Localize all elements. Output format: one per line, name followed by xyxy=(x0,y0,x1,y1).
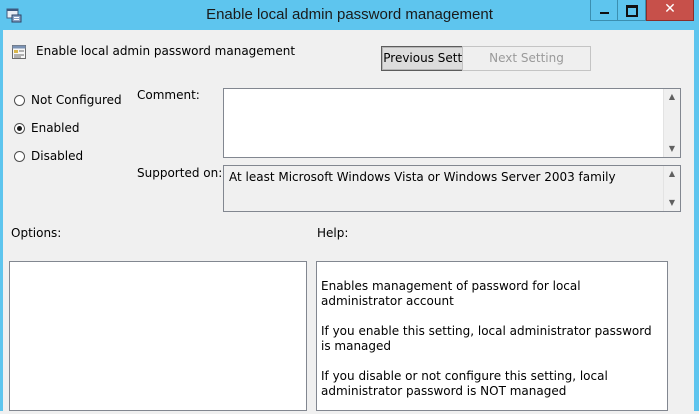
options-panel[interactable] xyxy=(9,261,307,411)
next-setting-button[interactable]: Next Setting xyxy=(462,46,591,71)
comment-label: Comment: xyxy=(137,88,200,102)
scroll-up-arrow-icon[interactable]: ▲ xyxy=(664,166,680,182)
minimize-button[interactable] xyxy=(590,0,618,21)
radio-circle[interactable] xyxy=(14,94,25,106)
comment-textbox[interactable]: ▲ ▼ xyxy=(223,88,681,158)
radio-label: Enabled xyxy=(31,121,80,135)
dialog-content: Enable local admin password management P… xyxy=(3,30,694,411)
close-icon: ✕ xyxy=(664,1,676,17)
help-label: Help: xyxy=(317,226,349,240)
policy-name: Enable local admin password management xyxy=(36,44,296,58)
supported-on-label: Supported on: xyxy=(137,166,223,180)
close-button[interactable]: ✕ xyxy=(646,0,694,21)
help-paragraph: If you enable this setting, local admini… xyxy=(321,324,652,353)
radio-enabled[interactable]: Enabled xyxy=(14,121,80,135)
options-label: Options: xyxy=(11,226,62,240)
title-bar[interactable]: Enable local admin password management ✕ xyxy=(0,0,699,30)
supported-on-textbox[interactable]: At least Microsoft Windows Vista or Wind… xyxy=(223,165,681,212)
scroll-down-arrow-icon[interactable]: ▼ xyxy=(664,141,680,157)
radio-label: Disabled xyxy=(31,149,84,163)
comment-scrollbar[interactable]: ▲ ▼ xyxy=(663,89,680,157)
help-paragraph: Enables management of password for local… xyxy=(321,279,581,308)
radio-label: Not Configured xyxy=(31,93,122,107)
radio-disabled[interactable]: Disabled xyxy=(14,149,83,163)
help-panel[interactable]: Enables management of password for local… xyxy=(316,261,668,411)
radio-not-configured[interactable]: Not Configured xyxy=(14,93,122,107)
maximize-button[interactable] xyxy=(618,0,646,21)
supported-on-scrollbar[interactable]: ▲ ▼ xyxy=(663,166,680,211)
radio-circle-selected[interactable] xyxy=(14,122,25,134)
policy-setting-icon xyxy=(12,45,26,59)
window-frame-right xyxy=(694,30,699,411)
help-paragraph: If you disable or not configure this set… xyxy=(321,369,608,398)
radio-circle[interactable] xyxy=(14,150,25,162)
help-text: Enables management of password for local… xyxy=(321,279,661,414)
supported-on-text: At least Microsoft Windows Vista or Wind… xyxy=(229,170,616,184)
scroll-up-arrow-icon[interactable]: ▲ xyxy=(664,89,680,105)
scroll-down-arrow-icon[interactable]: ▼ xyxy=(664,195,680,211)
